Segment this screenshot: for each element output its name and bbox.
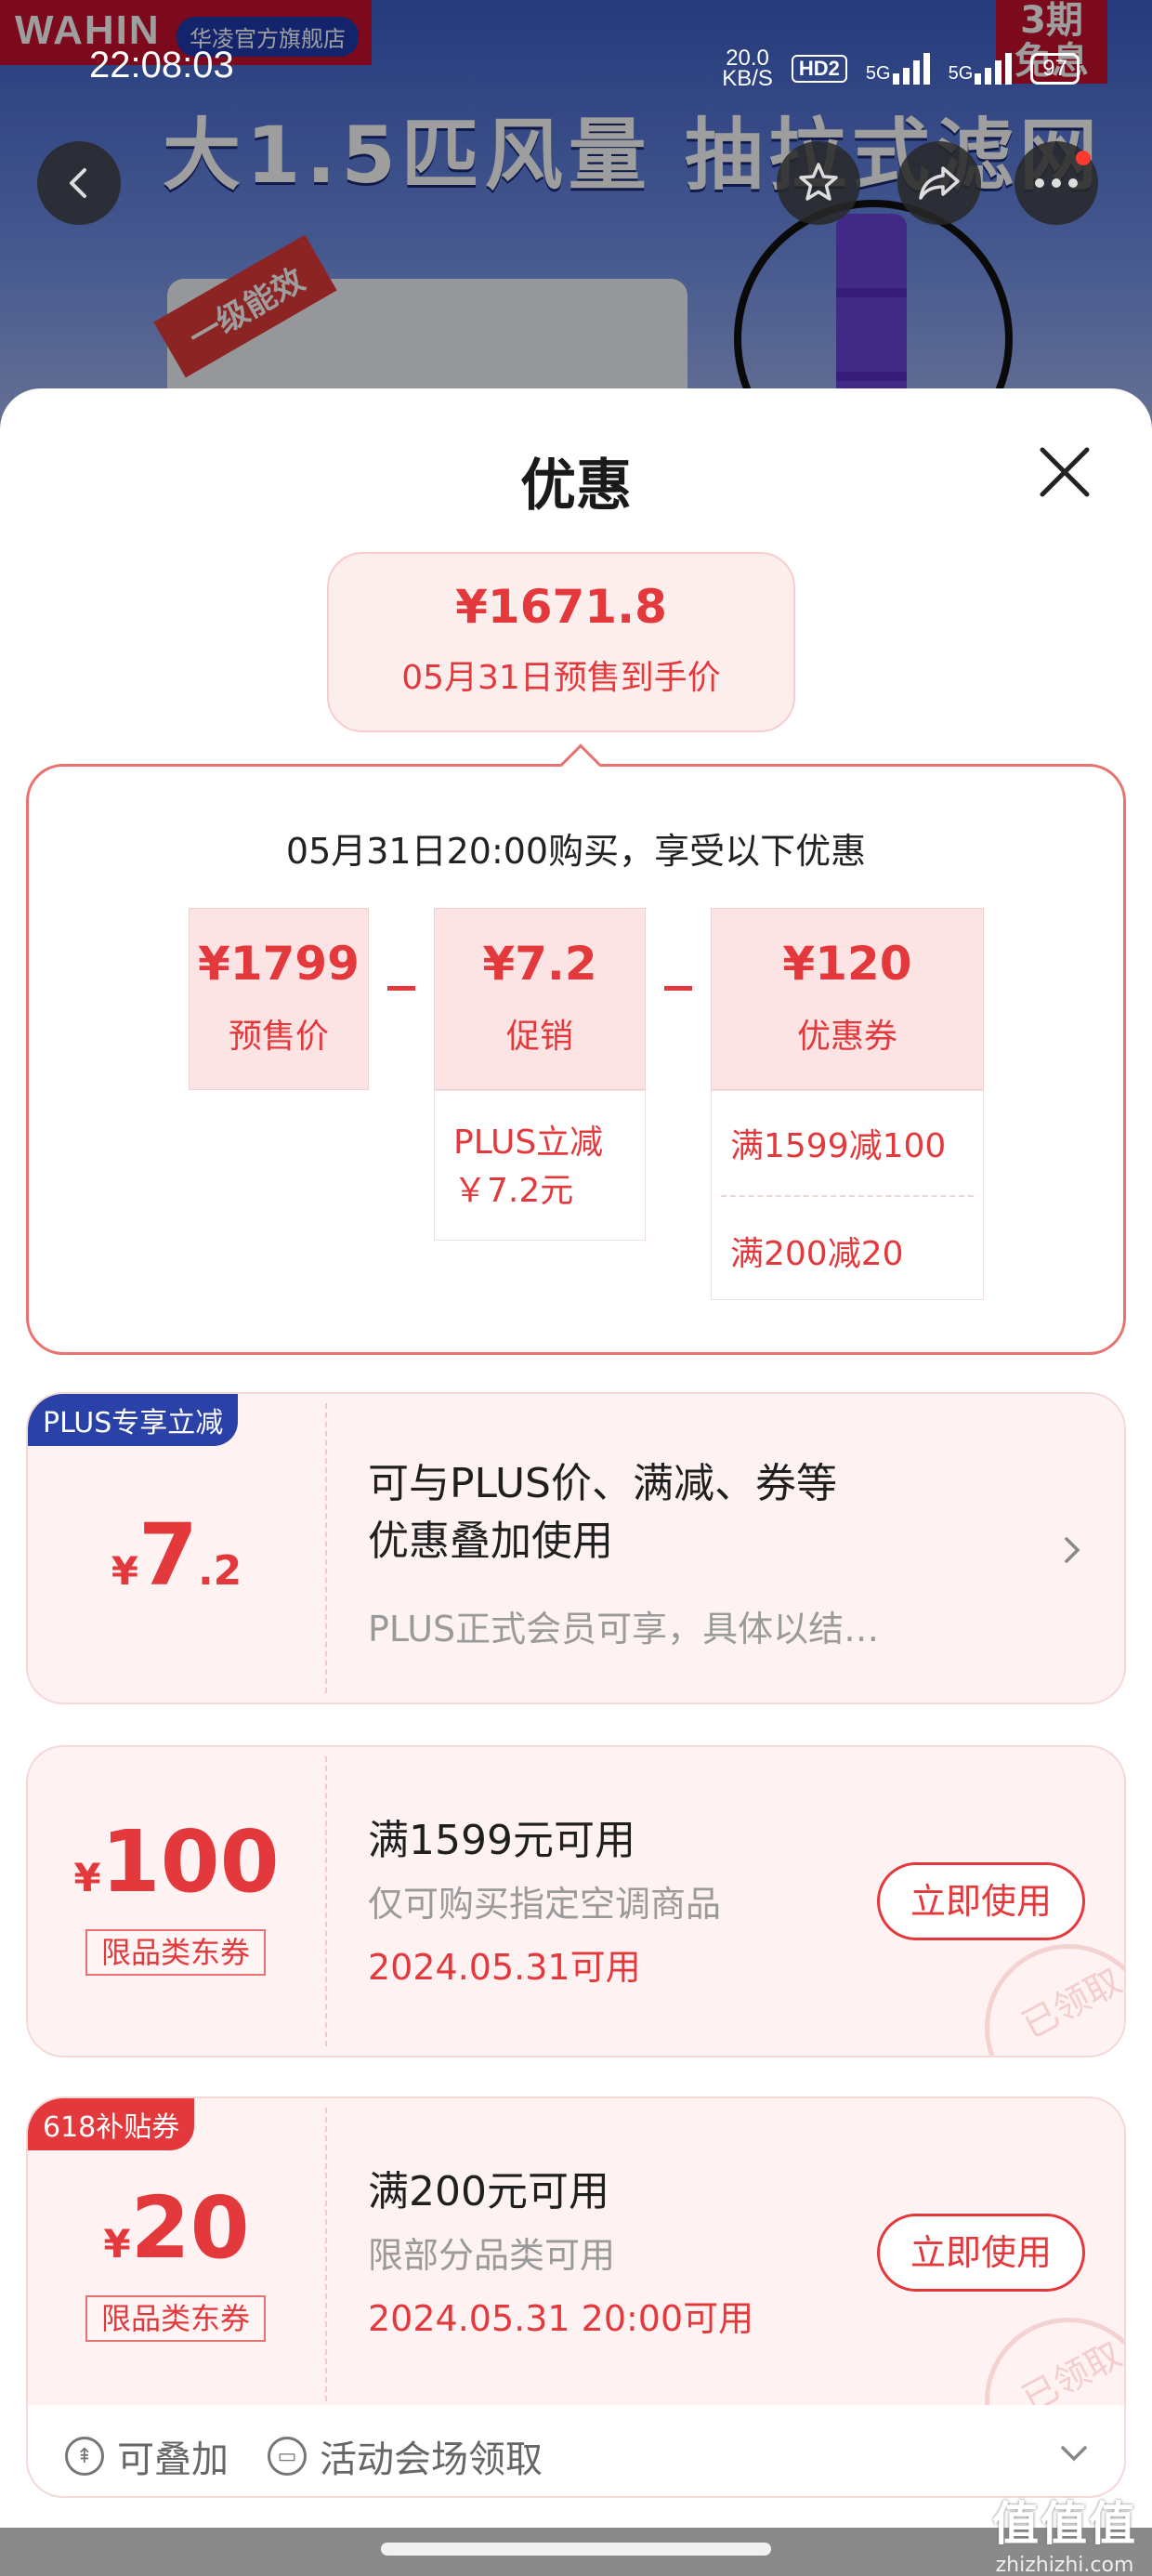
status-icons: 20.0 KB/S HD2 5G 5G 97 [722,46,1080,91]
plus-tag: PLUS专享立减 [28,1394,239,1446]
coupon-amount: ¥100 [73,1812,280,1912]
ticket-icon: ▭ [268,2437,307,2476]
use-now-button[interactable]: 立即使用 [877,1862,1085,1940]
minus-sign [387,986,415,991]
use-now-button[interactable]: 立即使用 [877,2214,1085,2292]
status-time: 22:08:03 [89,45,234,85]
notification-dot [1076,151,1091,165]
coupon-footer: ⇞ 可叠加 ▭ 活动会场领取 [26,2405,1126,2498]
coupon-subtitle: 限部分品类可用 [368,2235,616,2276]
promotion-label: 促销 [505,1018,573,1056]
stack-icon: ⇞ [65,2437,104,2476]
share-button[interactable] [897,141,981,225]
coupon-date: 2024.05.31 20:00可用 [368,2298,754,2339]
home-indicator[interactable] [381,2543,771,2556]
more-button[interactable] [1015,141,1098,225]
close-button[interactable] [1029,437,1100,507]
signal-icon: 5G [866,53,930,85]
breakdown-heading: 05月31日20:00购买，享受以下优惠 [285,831,867,872]
coupon-card-100: ¥100 限品类东券 满1599元可用 仅可购买指定空调商品 2024.05.3… [26,1745,1126,2057]
coupon-amount: ¥20 [103,2178,250,2278]
minus-sign [664,986,692,991]
coupon-date: 2024.05.31可用 [368,1947,641,1988]
price-breakdown: 05月31日20:00购买，享受以下优惠 ¥1799 预售价 ¥7.2 促销 ¥… [26,743,1126,1355]
divider [325,2108,327,2438]
final-price-label: 05月31日预售到手价 [401,659,721,697]
coupon-subtitle: 仅可购买指定空调商品 [368,1884,722,1925]
sheet-title: 优惠 [520,453,632,519]
discount-sheet: 优惠 ¥1671.8 05月31日预售到手价 05月31日20:00购买，享受以… [0,388,1152,2528]
chevron-left-icon [70,168,86,198]
watermark: 值值值 zhizhizhi.com [992,2497,1137,2576]
divider [325,1756,327,2046]
plus-subtitle: PLUS正式会员可享，具体以结… [368,1609,880,1649]
claimed-stamp: 已领取 [985,1944,1124,2056]
subsidy-tag: 618补贴券 [28,2098,195,2150]
chevron-right-icon [1065,1537,1080,1563]
chevron-down-icon[interactable] [1057,2442,1091,2464]
final-price-bubble: ¥1671.8 05月31日预售到手价 [327,552,795,732]
plus-title: 可与PLUS价、满减、券等 优惠叠加使用 [368,1460,837,1565]
coupon-label: 优惠券 [796,1018,897,1056]
share-icon [919,166,960,200]
category-badge: 限品类东券 [85,2295,266,2342]
coupon-detail-item: 满200减20 [730,1235,904,1273]
presale-price: ¥1799 [198,937,360,991]
presale-label: 预售价 [228,1018,329,1056]
final-price: ¥1671.8 [455,580,667,634]
breakdown-coupon: ¥120 优惠券 [711,908,984,1090]
favorite-button[interactable] [777,141,860,225]
coupon-value: ¥120 [782,937,912,991]
venue-info: ▭ 活动会场领取 [268,2429,543,2483]
breakdown-promotion: ¥7.2 促销 [434,908,646,1090]
plus-discount-card[interactable]: PLUS专享立减 ¥7.2 可与PLUS价、满减、券等 优惠叠加使用 PLUS正… [26,1392,1126,1704]
coupon-detail: 满1599减100 满200减20 [711,1090,984,1300]
plus-amount: ¥7.2 [111,1505,242,1605]
coupon-title: 满1599元可用 [368,1817,635,1864]
net-rate: 20.0 KB/S [722,46,773,91]
breakdown-presale: ¥1799 预售价 [189,908,369,1090]
promotion-detail: PLUS立减 ￥7.2元 [434,1090,646,1241]
signal-icon-2: 5G [949,53,1013,85]
navigation-bar [0,2528,1152,2576]
breakdown-notch [559,743,602,786]
close-icon [1040,447,1090,497]
divider [325,1403,327,1693]
category-badge: 限品类东券 [85,1929,266,1976]
battery-icon: 97 [1030,53,1080,85]
more-dots-icon [1035,178,1078,188]
divider [721,1195,974,1197]
coupon-card-20: 618补贴券 ¥20 限品类东券 满200元可用 限部分品类可用 2024.05… [26,2096,1126,2450]
back-button[interactable] [37,141,121,225]
promotion-value: ¥7.2 [482,937,597,991]
star-icon [799,163,838,201]
coupon-title: 满200元可用 [368,2168,609,2215]
coupon-detail-item: 满1599减100 [730,1127,947,1165]
hd-icon: HD2 [791,55,847,83]
stackable-info: ⇞ 可叠加 [65,2429,229,2483]
